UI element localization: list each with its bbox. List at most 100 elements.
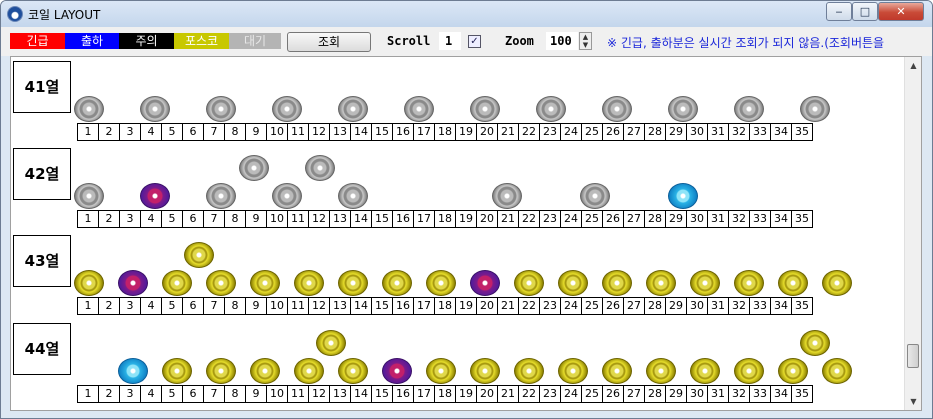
coil-gray[interactable]	[734, 96, 764, 122]
zoom-spinner[interactable]: ▲ ▼	[579, 32, 592, 50]
coil-gray[interactable]	[580, 183, 610, 209]
coil-yellow[interactable]	[602, 270, 632, 296]
coil-gray[interactable]	[272, 183, 302, 209]
coil-purple[interactable]	[140, 183, 170, 209]
coil-yellow[interactable]	[338, 270, 368, 296]
coil-gray[interactable]	[602, 96, 632, 122]
coil-gray[interactable]	[74, 183, 104, 209]
scroll-checkbox[interactable]: ✓	[468, 35, 481, 48]
position-cell: 16	[393, 123, 414, 141]
coil-yellow[interactable]	[294, 270, 324, 296]
coil-yellow[interactable]	[778, 358, 808, 384]
position-cell: 12	[309, 297, 330, 315]
coil-yellow[interactable]	[470, 358, 500, 384]
coil-yellow[interactable]	[184, 242, 214, 268]
coil-gray[interactable]	[536, 96, 566, 122]
position-cell: 2	[99, 385, 120, 403]
coil-purple[interactable]	[118, 270, 148, 296]
app-window: 코일 LAYOUT ‒ □ ✕ 긴급 출하 주의 포스코 대기 조회 Scroll 1 …	[0, 0, 933, 419]
position-cell: 9	[246, 123, 267, 141]
position-cell: 6	[183, 297, 204, 315]
position-cell: 12	[309, 210, 330, 228]
scroll-up-icon[interactable]: ▲	[905, 57, 921, 74]
position-cell: 10	[267, 297, 288, 315]
coil-yellow[interactable]	[426, 270, 456, 296]
coil-yellow[interactable]	[162, 358, 192, 384]
coil-cyan[interactable]	[118, 358, 148, 384]
position-cell: 5	[162, 210, 183, 228]
position-cell: 12	[309, 123, 330, 141]
position-cell: 13	[330, 210, 351, 228]
coil-gray[interactable]	[800, 96, 830, 122]
position-cell: 5	[162, 297, 183, 315]
coil-yellow[interactable]	[74, 270, 104, 296]
coil-yellow[interactable]	[514, 358, 544, 384]
coil-yellow[interactable]	[162, 270, 192, 296]
scroll-value-field[interactable]: 1	[439, 32, 461, 50]
coil-gray[interactable]	[239, 155, 269, 181]
close-icon[interactable]: ✕	[878, 2, 924, 21]
position-cell: 8	[225, 123, 246, 141]
coil-yellow[interactable]	[734, 358, 764, 384]
position-cell: 34	[771, 210, 792, 228]
spin-up-icon[interactable]: ▲	[580, 33, 591, 41]
position-cell: 33	[750, 297, 771, 315]
coil-yellow[interactable]	[646, 358, 676, 384]
coil-yellow[interactable]	[382, 270, 412, 296]
coil-gray[interactable]	[492, 183, 522, 209]
coil-gray[interactable]	[305, 155, 335, 181]
coil-yellow[interactable]	[294, 358, 324, 384]
app-icon	[7, 6, 23, 22]
coil-yellow[interactable]	[602, 358, 632, 384]
coil-gray[interactable]	[404, 96, 434, 122]
coil-yellow[interactable]	[778, 270, 808, 296]
coil-yellow[interactable]	[426, 358, 456, 384]
position-cell: 10	[267, 385, 288, 403]
coil-purple[interactable]	[470, 270, 500, 296]
position-cell: 9	[246, 297, 267, 315]
coil-gray[interactable]	[140, 96, 170, 122]
spin-down-icon[interactable]: ▼	[580, 41, 591, 49]
coil-yellow[interactable]	[514, 270, 544, 296]
maximize-icon[interactable]: □	[852, 2, 878, 21]
coil-gray[interactable]	[206, 96, 236, 122]
position-cell: 28	[645, 297, 666, 315]
coil-gray[interactable]	[668, 96, 698, 122]
position-cell: 35	[792, 385, 813, 403]
coil-gray[interactable]	[470, 96, 500, 122]
coil-yellow[interactable]	[338, 358, 368, 384]
position-cell: 8	[225, 210, 246, 228]
layout-panel[interactable]: 41열 1 2 3 4 5 6 7 8 9 10 11 12 13 14 15 16 17 18 19 20 21 22 23…	[10, 56, 922, 411]
coil-gray[interactable]	[74, 96, 104, 122]
coil-yellow[interactable]	[316, 330, 346, 356]
coil-yellow[interactable]	[206, 358, 236, 384]
coil-cyan[interactable]	[668, 183, 698, 209]
position-cell: 9	[246, 385, 267, 403]
search-button[interactable]: 조회	[287, 32, 371, 52]
coil-purple[interactable]	[382, 358, 412, 384]
coil-yellow[interactable]	[734, 270, 764, 296]
coil-gray[interactable]	[338, 183, 368, 209]
coil-gray[interactable]	[206, 183, 236, 209]
coil-yellow[interactable]	[558, 358, 588, 384]
coil-yellow[interactable]	[690, 270, 720, 296]
position-cell: 19	[456, 297, 477, 315]
coil-yellow[interactable]	[800, 330, 830, 356]
scroll-thumb[interactable]	[907, 344, 919, 368]
coil-yellow[interactable]	[646, 270, 676, 296]
position-cell: 15	[372, 210, 393, 228]
coil-yellow[interactable]	[822, 358, 852, 384]
coil-yellow[interactable]	[690, 358, 720, 384]
coil-yellow[interactable]	[250, 358, 280, 384]
coil-yellow[interactable]	[558, 270, 588, 296]
coil-yellow[interactable]	[250, 270, 280, 296]
coil-yellow[interactable]	[822, 270, 852, 296]
scroll-down-icon[interactable]: ▼	[905, 393, 921, 410]
position-cell: 8	[225, 385, 246, 403]
vertical-scrollbar[interactable]: ▲ ▼	[904, 57, 921, 410]
minimize-icon[interactable]: ‒	[826, 2, 852, 21]
coil-yellow[interactable]	[206, 270, 236, 296]
zoom-value-field[interactable]: 100	[546, 32, 578, 50]
coil-gray[interactable]	[272, 96, 302, 122]
coil-gray[interactable]	[338, 96, 368, 122]
